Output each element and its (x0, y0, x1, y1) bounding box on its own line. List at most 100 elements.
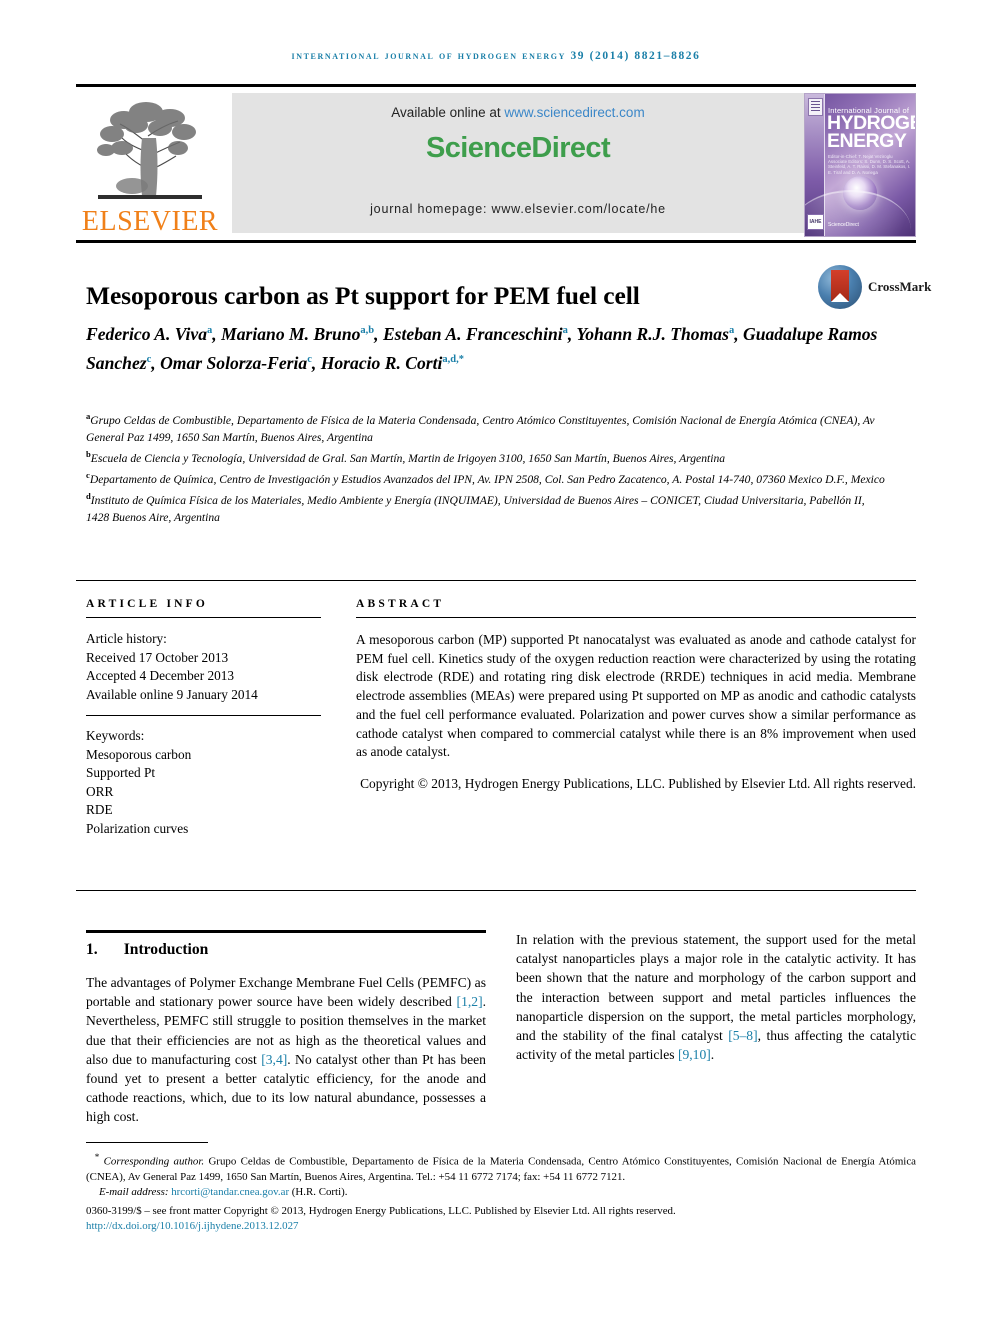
intro-p2-part-a: In relation with the previous statement,… (516, 932, 916, 1044)
sciencedirect-banner: Available online at www.sciencedirect.co… (232, 93, 804, 233)
author-sep: , (311, 352, 317, 373)
article-info-rule (86, 617, 321, 618)
author: Federico A. Vivaa (86, 324, 212, 344)
issn-copyright-line: 0360-3199/$ – see front matter Copyright… (86, 1204, 676, 1217)
author-name: Esteban A. Franceschini (382, 323, 563, 344)
article-history: Article history: Received 17 October 201… (86, 630, 321, 704)
cover-editors: Editor-in-Chief: T. Nejat Veziroglu Asso… (828, 154, 911, 175)
corresponding-author-note: * Corresponding author. Grupo Celdas de … (86, 1150, 916, 1185)
abstract-body: A mesoporous carbon (MP) supported Pt na… (356, 632, 916, 760)
body-column-left: 1. Introduction The advantages of Polyme… (86, 930, 486, 1127)
abstract-block-top-rule (76, 580, 916, 581)
author: Yohann R.J. Thomasa (576, 324, 734, 344)
author: Mariano M. Brunoa,b (221, 324, 374, 344)
citation-ref-9-10[interactable]: [9,10] (678, 1047, 711, 1062)
running-head: International Journal of Hydrogen Energy… (291, 50, 701, 62)
keyword-item: RDE (86, 802, 113, 817)
author-name: Omar Solorza-Feria (160, 352, 308, 373)
author-name: Yohann R.J. Thomas (576, 323, 729, 344)
affiliation-text: Escuela de Ciencia y Tecnología, Univers… (90, 452, 726, 466)
author-sep: , (374, 323, 383, 344)
sciencedirect-wordmark[interactable]: ScienceDirect (425, 132, 611, 165)
crossmark-label: CrossMark (868, 279, 932, 294)
section-number: 1. (86, 941, 98, 958)
author: Omar Solorza-Feriac (160, 353, 312, 373)
author-name: Mariano M. Bruno (221, 323, 361, 344)
article-info-heading: ARTICLE INFO (86, 598, 209, 610)
crossmark-badge[interactable]: CrossMark (818, 265, 931, 311)
sciencedirect-word-direct: Direct (531, 132, 611, 164)
email-link[interactable]: hrcorti@tandar.cnea.gov.ar (171, 1186, 289, 1198)
page-title: Mesoporous carbon as Pt support for PEM … (86, 281, 640, 311)
intro-p2-part-c: . (710, 1047, 715, 1063)
corresponding-author-address: Grupo Celdas de Combustible, Departament… (86, 1155, 916, 1184)
intro-paragraph-1: The advantages of Polymer Exchange Membr… (86, 973, 486, 1127)
author-list: Federico A. Vivaa, Mariano M. Brunoa,b, … (86, 318, 906, 376)
affiliation-item: aGrupo Celdas de Combustible, Departamen… (86, 408, 886, 446)
author-name: Federico A. Viva (86, 323, 208, 344)
citation-ref-5-8[interactable]: [5–8] (728, 1028, 757, 1043)
article-available-online: Available online 9 January 2014 (86, 686, 258, 702)
citation-ref-1-2[interactable]: [1,2] (457, 994, 483, 1009)
elsevier-wordmark: ELSEVIER (81, 206, 219, 237)
abstract-heading: ABSTRACT (356, 598, 445, 610)
email-label: E-mail address: (99, 1186, 172, 1199)
keywords-list: Keywords: Mesoporous carbon Supported Pt… (86, 727, 321, 838)
article-received: Received 17 October 2013 (86, 649, 229, 665)
footnote-rule (86, 1142, 208, 1143)
affiliation-text: Instituto de Química Física de los Mater… (86, 494, 865, 525)
keyword-item: Supported Pt (86, 765, 156, 780)
footnote-block: * Corresponding author. Grupo Celdas de … (86, 1150, 916, 1235)
corresponding-author-label: Corresponding author. (103, 1155, 205, 1168)
section-title: Introduction (123, 941, 209, 958)
cover-title: HYDROGEN ENERGY (827, 113, 915, 151)
author: Esteban A. Franceschinia (383, 324, 568, 344)
affiliation-text: Departamento de Química, Centro de Inves… (89, 473, 885, 487)
cover-arc-graphic (805, 190, 911, 236)
author-affil-marker: a,b (360, 325, 375, 336)
doi-link[interactable]: http://dx.doi.org/10.1016/j.ijhydene.201… (86, 1219, 916, 1234)
crossmark-notch-icon (831, 293, 849, 302)
author-sep: , (151, 352, 161, 373)
citation-ref-3-4[interactable]: [3,4] (261, 1052, 287, 1067)
email-owner: (H.R. Corti). (289, 1186, 348, 1199)
affiliation-item: dInstituto de Química Física de los Mate… (86, 488, 886, 526)
email-note: E-mail address: hrcorti@tandar.cnea.gov.… (86, 1185, 916, 1200)
author: Horacio R. Cortia,d,* (321, 353, 464, 373)
section-heading-introduction: 1. Introduction (86, 941, 486, 959)
journal-homepage-line[interactable]: journal homepage: www.elsevier.com/locat… (232, 202, 804, 216)
doi-url[interactable]: http://dx.doi.org/10.1016/j.ijhydene.201… (86, 1220, 298, 1232)
affiliation-list: aGrupo Celdas de Combustible, Departamen… (86, 408, 886, 527)
author-sep: , (567, 323, 573, 344)
author-sep: , (734, 323, 743, 344)
sciencedirect-word-science: Science (425, 132, 532, 164)
journal-article-page: International Journal of Hydrogen Energy… (0, 0, 992, 1323)
article-accepted: Accepted 4 December 2013 (86, 668, 235, 683)
intro-paragraph-2: In relation with the previous statement,… (516, 930, 916, 1064)
article-info-column: ARTICLE INFO Article history: Received 1… (86, 598, 321, 838)
keywords-label: Keywords: (86, 728, 145, 743)
keyword-item: ORR (86, 783, 114, 799)
abstract-copyright: Copyright © 2013, Hydrogen Energy Public… (360, 776, 916, 792)
sciencedirect-url-link[interactable]: www.sciencedirect.com (504, 105, 644, 120)
cover-sciencedirect-badge: ScienceDirect (828, 222, 859, 228)
available-online-prefix: Available online at (391, 105, 505, 120)
affiliation-text: Grupo Celdas de Combustible, Departament… (86, 413, 875, 445)
masthead-bottom-rule (76, 240, 916, 243)
corresponding-author-marker: * (94, 1152, 100, 1162)
elsevier-tree-icon (97, 102, 202, 199)
article-history-label: Article history: (86, 631, 167, 646)
abstract-block-bottom-rule (76, 890, 916, 891)
body-column-right: In relation with the previous statement,… (516, 930, 916, 1064)
author-affil-marker: a,d,* (442, 353, 465, 365)
abstract-rule (356, 617, 916, 618)
available-online-line: Available online at www.sciencedirect.co… (391, 105, 644, 120)
author-sep: , (212, 323, 222, 344)
elsevier-logo: ELSEVIER (76, 91, 224, 236)
abstract-column: ABSTRACT A mesoporous carbon (MP) suppor… (356, 598, 916, 807)
section-heading-rule (86, 930, 486, 933)
affiliation-item: cDepartamento de Química, Centro de Inve… (86, 467, 886, 488)
author-name: Horacio R. Corti (320, 352, 443, 373)
intro-p1-part-a: The advantages of Polymer Exchange Membr… (86, 975, 486, 1010)
keywords-rule (86, 715, 321, 716)
